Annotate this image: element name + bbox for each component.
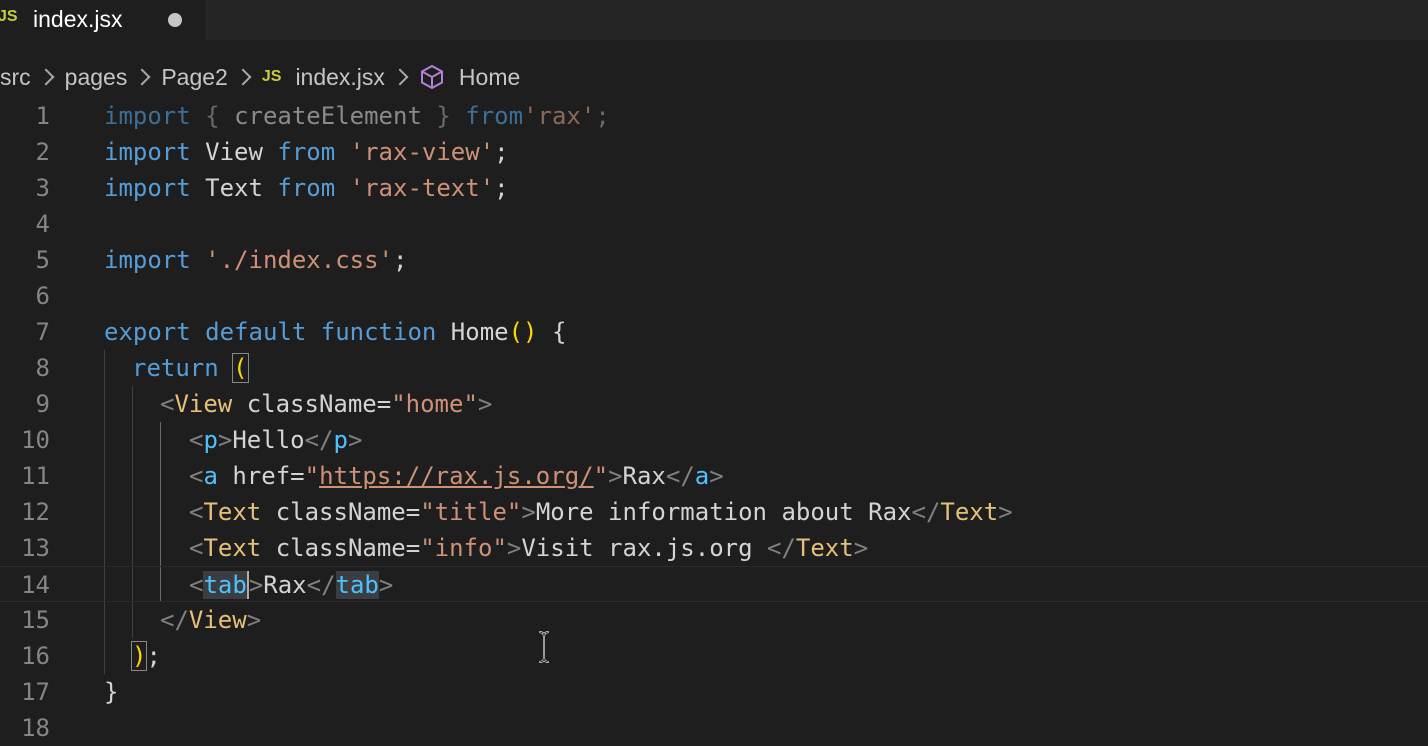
code-line[interactable]: 15 </View> [0, 602, 1428, 638]
code-text: <tab>Rax</tab> [189, 571, 394, 599]
code-text: import './index.css'; [104, 246, 408, 274]
line-number: 10 [21, 426, 50, 454]
breadcrumb: src pages Page2 JS index.jsx Home [0, 58, 1428, 96]
code-line[interactable]: 4 [0, 206, 1428, 242]
code-text: import { createElement } from'rax'; [104, 102, 610, 130]
code-text: ); [130, 641, 161, 671]
chevron-right-icon [391, 68, 409, 86]
breadcrumb-item-symbol[interactable]: Home [459, 64, 520, 91]
code-text: import Text from 'rax-text'; [104, 174, 509, 202]
line-number: 18 [21, 714, 50, 742]
code-line[interactable]: 2 import View from 'rax-view'; [0, 134, 1428, 170]
breadcrumb-item-pages[interactable]: pages [65, 64, 128, 91]
code-line-current[interactable]: 14 <tab>Rax</tab> [0, 566, 1428, 602]
chevron-right-icon [37, 68, 55, 86]
code-line[interactable]: 1 import { createElement } from'rax'; [0, 98, 1428, 134]
line-number: 14 [21, 571, 50, 599]
code-editor[interactable]: 1 import { createElement } from'rax'; 2 … [0, 98, 1428, 742]
line-number: 3 [35, 174, 50, 202]
line-number: 12 [21, 498, 50, 526]
breadcrumb-item-src[interactable]: src [0, 64, 31, 91]
line-number: 9 [35, 390, 50, 418]
breadcrumb-item-page2[interactable]: Page2 [161, 64, 228, 91]
code-line[interactable]: 3 import Text from 'rax-text'; [0, 170, 1428, 206]
code-text: </View> [160, 606, 262, 634]
tab-title: index.jsx [33, 6, 123, 32]
code-line[interactable]: 8 return ( [0, 350, 1428, 386]
code-line[interactable]: 7 export default function Home() { [0, 314, 1428, 350]
chevron-right-icon [133, 68, 151, 86]
symbol-method-cube-icon [420, 64, 443, 90]
code-line[interactable]: 13 <Text className="info">Visit rax.js.o… [0, 530, 1428, 566]
breadcrumb-item-file[interactable]: index.jsx [295, 64, 384, 91]
line-number: 15 [21, 606, 50, 634]
text-cursor: > [246, 571, 264, 599]
line-number: 2 [35, 138, 50, 166]
code-line[interactable]: 17 } [0, 674, 1428, 710]
code-text: import View from 'rax-view'; [104, 138, 509, 166]
url-link: https://rax.js.org/ [319, 462, 594, 490]
tab-bar: JS index.jsx [0, 0, 1428, 40]
code-text: } [104, 678, 119, 706]
code-line[interactable]: 10 <p>Hello</p> [0, 422, 1428, 458]
editor-tab-index-jsx[interactable]: JS index.jsx [0, 0, 205, 40]
code-text: <Text className="title">More information… [189, 498, 1013, 526]
chevron-right-icon [234, 68, 252, 86]
line-number: 8 [35, 354, 50, 382]
line-number: 16 [21, 642, 50, 670]
line-number: 1 [35, 102, 50, 130]
line-number: 4 [35, 210, 50, 238]
code-text: <p>Hello</p> [189, 426, 363, 454]
line-number: 11 [21, 462, 50, 490]
code-text: <a href="https://rax.js.org/">Rax</a> [189, 462, 724, 490]
code-text: return ( [132, 353, 249, 383]
code-line[interactable]: 11 <a href="https://rax.js.org/">Rax</a> [0, 458, 1428, 494]
javascript-file-icon: JS [0, 8, 18, 25]
code-line[interactable]: 5 import './index.css'; [0, 242, 1428, 278]
line-number: 13 [21, 534, 50, 562]
line-number: 17 [21, 678, 50, 706]
ibeam-cursor-icon [538, 631, 550, 663]
code-line[interactable]: 16 ); [0, 638, 1428, 674]
code-text: export default function Home() { [104, 318, 567, 346]
code-line[interactable]: 12 <Text className="title">More informat… [0, 494, 1428, 530]
code-text: <Text className="info">Visit rax.js.org … [189, 534, 869, 562]
line-number: 7 [35, 318, 50, 346]
line-number: 6 [35, 282, 50, 310]
line-number: 5 [35, 246, 50, 274]
code-line[interactable]: 9 <View className="home"> [0, 386, 1428, 422]
unsaved-dot-icon[interactable] [168, 13, 182, 27]
code-line[interactable]: 18 [0, 710, 1428, 746]
javascript-file-icon: JS [261, 68, 282, 85]
code-line[interactable]: 6 [0, 278, 1428, 314]
code-text: <View className="home"> [160, 390, 493, 418]
